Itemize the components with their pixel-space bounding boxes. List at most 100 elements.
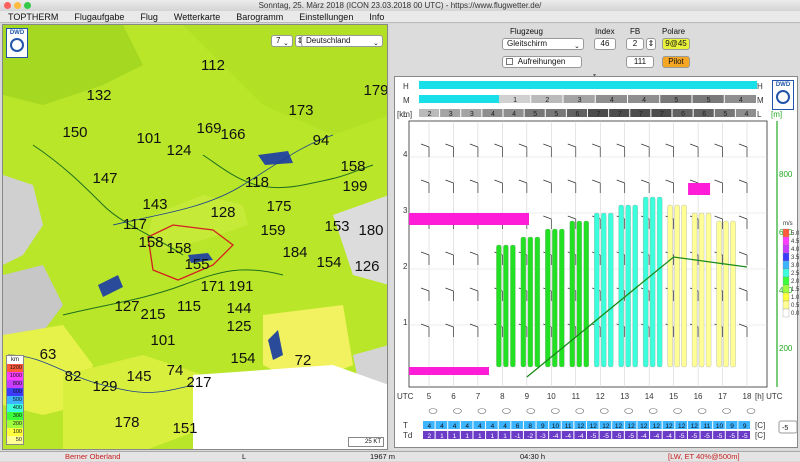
low-cloud-value: 7	[618, 111, 622, 118]
legend-entry: 600	[7, 388, 23, 396]
hour-tick-label: 9	[525, 392, 530, 401]
thermal-column	[730, 220, 736, 368]
ms-scale-swatch	[782, 228, 790, 238]
wind-barb	[494, 143, 503, 157]
weather-icon	[453, 408, 462, 414]
weather-map[interactable]: 112 132 179 169 166 173 150 101 124 94 147 158 199 11…	[2, 24, 388, 450]
forecast-panel: Flugzeug Gleitschirm Index 46 FB 2 ⇕ Pol…	[390, 24, 800, 450]
index-label: Index	[595, 27, 615, 36]
thermal-column	[618, 204, 624, 368]
map-value: 180	[358, 222, 383, 239]
close-icon[interactable]	[4, 2, 11, 9]
mid-cloud-value: 1	[513, 97, 517, 104]
menu-einstellungen[interactable]: Einstellungen	[291, 11, 361, 22]
wind-barb	[714, 143, 723, 157]
map-value: 101	[150, 332, 175, 349]
menu-barogramm[interactable]: Barogramm	[228, 11, 291, 22]
thermal-column	[650, 196, 656, 368]
thermal-column	[496, 244, 502, 368]
m-unit: [m]	[771, 110, 782, 119]
hour-tick-label: 10	[547, 392, 556, 401]
map-value: 154	[230, 350, 255, 367]
pilot-button[interactable]: Pilot	[662, 56, 690, 68]
t-value: 4	[465, 423, 469, 430]
td-value: -4	[553, 433, 559, 440]
td-offset-value[interactable]: -5	[782, 425, 788, 432]
menu-wetterkarte[interactable]: Wetterkarte	[166, 11, 228, 22]
t-value: 9	[730, 423, 734, 430]
mid-cloud-value: 4	[739, 97, 743, 104]
wind-barb	[494, 179, 503, 193]
map-value: 191	[228, 278, 253, 295]
menu-flug[interactable]: Flug	[132, 11, 166, 22]
low-cloud-value: 6	[702, 111, 706, 118]
hour-tick-label: 18	[743, 392, 752, 401]
t-value: 6	[516, 423, 520, 430]
polare-field[interactable]: 9@45	[662, 38, 690, 50]
forecast-chart[interactable]: H H M M L L 1 2 3 4 4 5 5 4 2 3 3 4 4 5 5 6 7 7 7 7 6 6 5 4 5 6 7 8 9 10 11 1…	[394, 76, 800, 449]
region-select[interactable]: Deutschland	[301, 35, 383, 47]
field-111[interactable]: 111	[626, 56, 654, 68]
map-value: 147	[92, 170, 117, 187]
forecast-canvas[interactable]: H HM ML L1 2 3 4 4 5 5 42 3 3 4 4 5 5 6 7 7 7 7 6 6 5 45 6 7 8 9 10 11 1…	[395, 77, 800, 449]
t-value: 9	[541, 423, 545, 430]
t-value: 10	[552, 423, 560, 430]
wind-barb	[738, 251, 748, 265]
wind-barb	[641, 143, 650, 157]
fb-field[interactable]: 2	[626, 38, 644, 50]
t-value: 8	[528, 423, 532, 430]
mid-cloud-value: 4	[642, 97, 646, 104]
minimize-icon[interactable]	[14, 2, 21, 9]
ms-scale-label: 0.5	[791, 303, 799, 309]
td-value: -4	[578, 433, 584, 440]
mid-cloud-value: 5	[674, 97, 678, 104]
window-controls[interactable]	[4, 2, 31, 9]
menu-flugaufgabe[interactable]: Flugaufgabe	[66, 11, 132, 22]
td-offset-select[interactable]: -5	[778, 420, 798, 434]
ms-scale-label: 1.5	[791, 287, 799, 293]
map-value: 144	[226, 300, 251, 317]
wind-barb	[665, 179, 674, 193]
wind-barb	[445, 287, 454, 301]
aufreihungen-checkbox[interactable]: Aufreihungen	[502, 56, 582, 68]
thermal-column	[674, 204, 680, 368]
status-bar: Berner Oberland L 1967 m 04:30 h [LW, ET…	[0, 451, 800, 461]
thermal-column	[723, 220, 729, 368]
map-value: 158	[138, 234, 163, 251]
ms-scale-label: 2.0	[791, 279, 799, 285]
legend-entry: 800	[7, 380, 23, 388]
hour-select[interactable]: 7	[271, 35, 293, 47]
map-value: 72	[295, 352, 312, 369]
td-value: -5	[603, 433, 609, 440]
legend-entry: 1200	[7, 364, 23, 372]
map-value: 155	[184, 256, 209, 273]
ms-scale-swatch	[782, 308, 790, 318]
ms-scale-swatch	[782, 300, 790, 310]
menu-toptherm[interactable]: TOPTHERM	[0, 11, 66, 22]
legend-entry: 200	[7, 420, 23, 428]
checkbox-box-icon[interactable]	[506, 58, 513, 66]
map-value: 101	[136, 130, 161, 147]
fb-stepper[interactable]: ⇕	[646, 38, 656, 50]
wind-scale: 25 KT	[348, 437, 384, 447]
thermal-column	[545, 228, 551, 368]
t-label: T	[403, 421, 408, 430]
map-value: 215	[140, 306, 165, 323]
td-value: -4	[641, 433, 647, 440]
map-canvas[interactable]: 112 132 179 169166 173 150 101 124 94 147 158 199 11…	[3, 25, 388, 450]
hour-tick-label: 13	[620, 392, 629, 401]
wind-barb	[420, 179, 430, 193]
wind-barb	[469, 251, 479, 265]
cloud-layer-label-right: L	[757, 110, 762, 119]
index-field[interactable]: 46	[594, 38, 616, 50]
menu-info[interactable]: Info	[361, 11, 392, 22]
low-cloud-value: 4	[744, 111, 748, 118]
flugzeug-select[interactable]: Gleitschirm	[502, 38, 584, 50]
td-value: -5	[742, 433, 748, 440]
altitude-legend: km 1200 1000 800 600 500 400 300 200 100 50	[6, 355, 24, 445]
ms-scale-label: 0.0	[791, 311, 799, 317]
low-cloud-value: 5	[533, 111, 537, 118]
zoom-icon[interactable]	[24, 2, 31, 9]
thermal-column	[657, 196, 663, 368]
wind-barb	[469, 287, 479, 301]
